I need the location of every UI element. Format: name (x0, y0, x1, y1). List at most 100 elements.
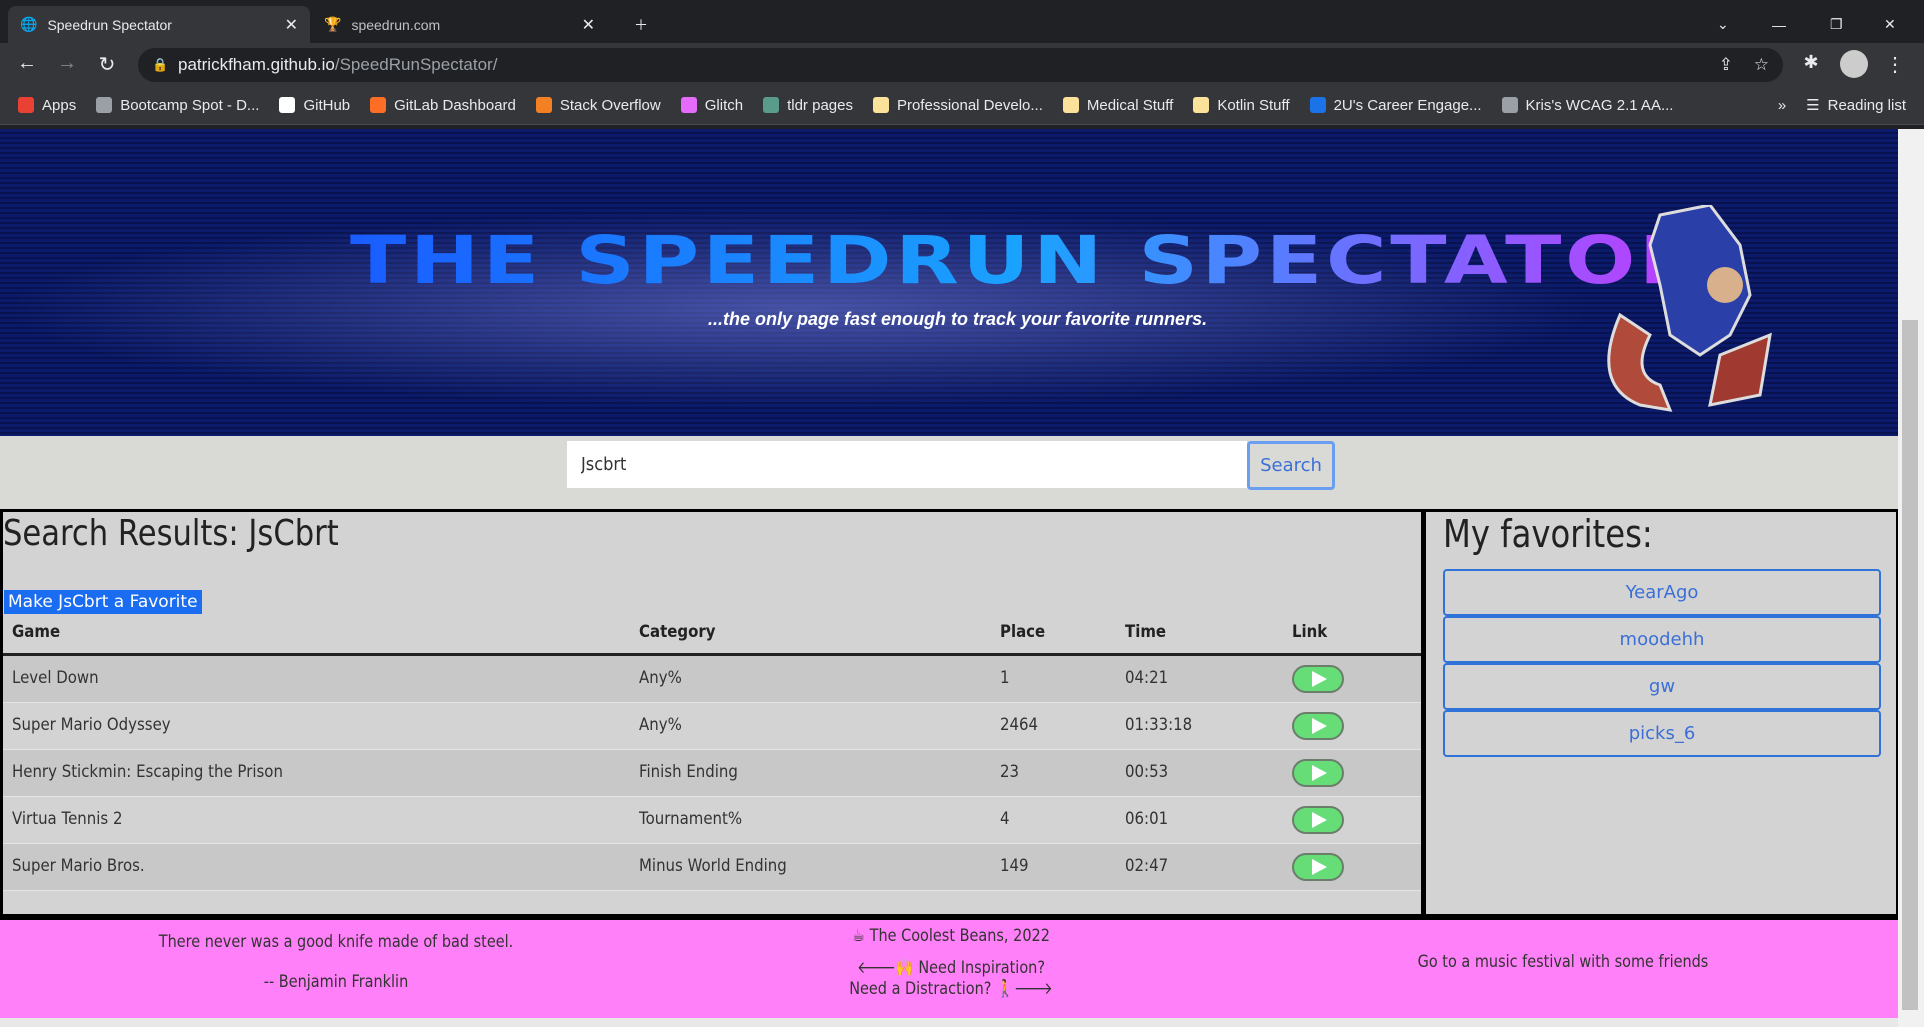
tab-title: Speedrun Spectator (47, 16, 172, 33)
bookmark-label: Apps (42, 96, 77, 114)
bookmark-item[interactable]: Bootcamp Spot - D... (96, 97, 259, 114)
column-header-category: Category (639, 622, 716, 642)
back-icon[interactable]: ← (14, 52, 40, 75)
bookmark-label: Glitch (704, 96, 744, 114)
coffee-icon: ☕ (852, 926, 866, 946)
site-title: THE SPEEDRUN SPECTATOR (350, 222, 1707, 299)
scrollbar-thumb[interactable] (1902, 320, 1918, 1010)
bookmark-label: Kris's WCAG 2.1 AA... (1525, 96, 1674, 114)
category-cell: Any% (639, 715, 682, 735)
game-cell: Super Mario Bros. (12, 856, 145, 876)
play-video-button[interactable] (1292, 712, 1344, 740)
new-tab-button[interactable]: ＋ (622, 6, 660, 43)
bookmark-item[interactable]: tldr pages (763, 97, 853, 114)
bookmark-label: 2U's Career Engage... (1333, 96, 1482, 114)
bookmark-icon (18, 97, 34, 113)
restore-button[interactable]: ❐ (1818, 6, 1855, 43)
favorite-runner-button[interactable]: picks_6 (1443, 710, 1881, 757)
address-bar[interactable]: 🔒 patrickfham.github.io/SpeedRunSpectator… (138, 48, 1783, 82)
reading-list-label: Reading list (1827, 96, 1906, 114)
search-input[interactable] (567, 441, 1247, 488)
reading-list-button[interactable]: ☰ Reading list (1806, 96, 1906, 115)
walking-icon: 🚶 (996, 979, 1015, 999)
search-button[interactable]: Search (1247, 441, 1335, 490)
minimize-button[interactable]: — (1760, 6, 1798, 43)
favorite-runner-button[interactable]: YearAgo (1443, 569, 1881, 616)
forward-icon[interactable]: → (54, 52, 80, 75)
bookmark-item[interactable]: Glitch (680, 96, 744, 114)
play-video-button[interactable] (1292, 853, 1344, 881)
more-bookmarks-button[interactable]: » (1778, 97, 1786, 114)
star-icon[interactable]: ☆ (1754, 55, 1769, 75)
praying-hands-icon: 🙌 (895, 958, 914, 978)
close-window-button[interactable]: ✕ (1872, 6, 1908, 43)
site-tagline: ...the only page fast enough to track yo… (708, 309, 1208, 329)
tab-title: speedrun.com (351, 16, 441, 33)
bookmark-label: Bootcamp Spot - D... (120, 96, 260, 114)
bookmark-item[interactable]: Medical Stuff (1062, 97, 1173, 114)
tab-search-icon[interactable]: ⌄ (1705, 6, 1741, 43)
bookmark-icon (1193, 97, 1210, 113)
bookmark-icon (872, 97, 889, 113)
favorite-runner-button[interactable]: gw (1443, 663, 1881, 710)
menu-icon[interactable]: ⋮ (1882, 52, 1908, 77)
bookmark-icon (680, 97, 697, 113)
game-cell: Super Mario Odyssey (12, 715, 171, 735)
table-row: Super Mario Bros. Minus World Ending 149… (3, 844, 1421, 891)
bookmark-item[interactable]: Apps (18, 97, 76, 114)
table-row: Super Mario Odyssey Any% 2464 01:33:18 (3, 703, 1421, 750)
play-video-button[interactable] (1292, 806, 1344, 834)
favorite-runner-button[interactable]: moodehh (1443, 616, 1881, 663)
distraction-link[interactable]: Need a Distraction? 🚶🡒 (849, 979, 1053, 999)
tab-speedrun-com[interactable]: 🏆 speedrun.com ✕ (312, 6, 607, 43)
tab-speedrun-spectator[interactable]: 🌐 Speedrun Spectator ✕ (8, 6, 310, 43)
distraction-label: Need a Distraction? (849, 979, 992, 999)
bookmark-item[interactable]: GitLab Dashboard (370, 97, 516, 114)
reading-list-icon: ☰ (1806, 97, 1820, 114)
time-cell: 04:21 (1125, 668, 1169, 688)
play-video-button[interactable] (1292, 665, 1344, 693)
bookmark-label: GitHub (303, 96, 351, 114)
share-icon[interactable]: ⇪ (1719, 55, 1733, 75)
sonic-sprite (1607, 205, 1772, 412)
time-cell: 06:01 (1125, 809, 1169, 829)
bookmark-item[interactable]: GitHub (279, 97, 350, 114)
extensions-icon[interactable]: ✱ (1798, 52, 1824, 73)
reload-icon[interactable]: ↻ (94, 52, 120, 77)
bookmark-item[interactable]: Stack Overflow (535, 96, 661, 114)
bookmark-label: Stack Overflow (559, 96, 661, 114)
copyright-text: The Coolest Beans, 2022 (869, 926, 1050, 946)
column-header-game: Game (12, 622, 61, 642)
close-tab-icon[interactable]: ✕ (582, 15, 595, 35)
bookmark-item[interactable]: Professional Develo... (872, 97, 1043, 114)
quote-author: -- Benjamin Franklin (263, 972, 409, 992)
arrow-right-icon: 🡒 (1014, 979, 1053, 999)
place-cell: 4 (1000, 809, 1010, 829)
bookmark-label: Kotlin Stuff (1217, 96, 1290, 114)
bookmark-icon (763, 97, 780, 113)
close-tab-icon[interactable]: ✕ (285, 15, 298, 35)
bookmark-label: tldr pages (787, 96, 853, 114)
bookmark-item[interactable]: 2U's Career Engage... (1309, 96, 1482, 114)
arrow-left-icon: 🡐 (857, 958, 896, 978)
bookmark-item[interactable]: Kotlin Stuff (1193, 96, 1290, 114)
profile-avatar[interactable] (1840, 50, 1868, 78)
play-video-button[interactable] (1292, 759, 1344, 787)
url-host: patrickfham.github.io (178, 55, 335, 74)
trophy-icon: 🏆 (324, 16, 342, 32)
table-row: Level Down Any% 1 04:21 (3, 656, 1421, 703)
column-header-time: Time (1125, 622, 1167, 642)
bookmark-label: GitLab Dashboard (394, 96, 516, 114)
bookmark-icon (1062, 97, 1079, 113)
table-row: Henry Stickmin: Escaping the Prison Fini… (3, 750, 1421, 797)
category-cell: Any% (639, 668, 682, 688)
category-cell: Tournament% (639, 809, 743, 829)
lock-icon: 🔒 (152, 57, 169, 72)
place-cell: 1 (1000, 668, 1010, 688)
inspiration-link[interactable]: 🡐🙌 Need Inspiration? (857, 958, 1045, 978)
make-favorite-button[interactable]: Make JsCbrt a Favorite (4, 590, 202, 614)
bookmark-item[interactable]: Kris's WCAG 2.1 AA... (1501, 96, 1674, 114)
page-bottom (0, 1018, 1898, 1027)
bookmark-icon (279, 97, 296, 113)
inspiration-label: Need Inspiration? (918, 958, 1045, 978)
